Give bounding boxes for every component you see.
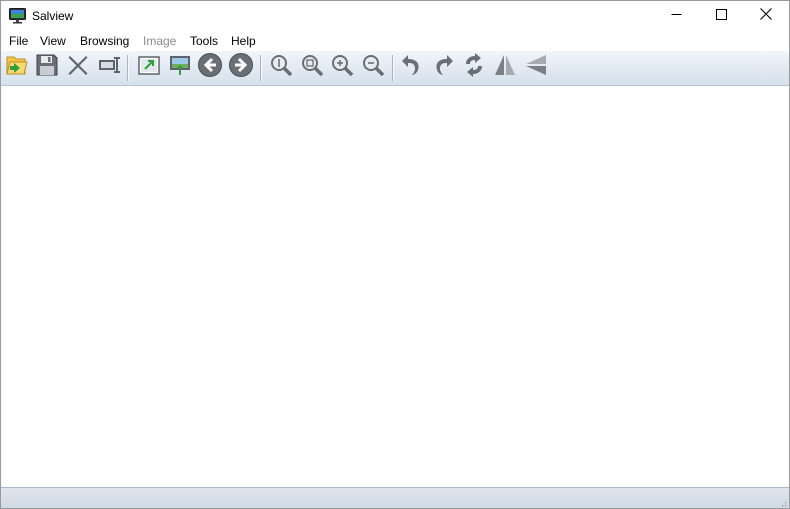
menu-image: Image	[143, 34, 177, 48]
actual-size-icon	[269, 53, 293, 82]
toolbar-separator	[392, 55, 394, 81]
image-view-area[interactable]	[1, 86, 789, 486]
export-icon	[137, 53, 161, 82]
menu-tools[interactable]: Tools	[190, 34, 218, 48]
maximize-button[interactable]	[698, 1, 744, 31]
menu-browsing[interactable]: Browsing	[80, 34, 129, 48]
save-icon	[35, 53, 59, 82]
resize-grip-icon[interactable]	[777, 497, 787, 507]
monitor-app-icon[interactable]	[9, 8, 26, 24]
save-button[interactable]	[33, 53, 61, 81]
window-title: Salview	[32, 9, 74, 23]
export-button[interactable]	[135, 53, 163, 81]
rotate-right-button[interactable]	[429, 53, 457, 81]
title-bar[interactable]: Salview	[1, 1, 789, 31]
maximize-icon	[715, 7, 727, 25]
menu-view[interactable]: View	[40, 34, 66, 48]
rotate-left-button[interactable]	[398, 53, 426, 81]
slideshow-icon	[97, 53, 121, 82]
menu-bar: File View Browsing Image Tools Help	[1, 31, 789, 51]
zoom-in-button[interactable]	[328, 53, 356, 81]
toolbar-separator	[127, 55, 129, 81]
flip-vertical-button[interactable]	[522, 53, 550, 81]
status-bar	[1, 487, 789, 508]
flip-horizontal-icon	[493, 53, 517, 82]
flip-vertical-icon	[524, 53, 548, 82]
rotate-180-button[interactable]	[460, 52, 488, 82]
previous-button[interactable]	[196, 52, 224, 83]
open-folder-icon	[5, 53, 29, 82]
menu-file[interactable]: File	[9, 34, 28, 48]
fit-to-window-icon	[300, 53, 324, 82]
previous-icon	[197, 52, 223, 83]
next-icon	[228, 52, 254, 83]
close-button[interactable]	[743, 1, 789, 31]
next-button[interactable]	[227, 52, 255, 83]
zoom-out-button[interactable]	[359, 53, 387, 81]
toolbar-separator	[260, 55, 262, 81]
zoom-in-icon	[330, 53, 354, 82]
app-window: Salview File View Browsing Image Tools H…	[0, 0, 790, 509]
minimize-icon	[671, 7, 682, 25]
actual-size-button[interactable]	[267, 53, 295, 81]
open-button[interactable]	[3, 53, 31, 81]
delete-button[interactable]	[64, 53, 92, 81]
set-wallpaper-icon	[168, 53, 192, 82]
flip-horizontal-button[interactable]	[491, 53, 519, 81]
rotate-right-icon	[431, 53, 455, 82]
delete-icon	[66, 53, 90, 82]
close-icon	[760, 7, 772, 25]
rotate-180-icon	[462, 52, 486, 82]
menu-help[interactable]: Help	[231, 34, 256, 48]
set-wallpaper-button[interactable]	[166, 53, 194, 81]
rotate-left-icon	[400, 53, 424, 82]
slideshow-button[interactable]	[95, 53, 123, 81]
fit-to-window-button[interactable]	[298, 53, 326, 81]
minimize-button[interactable]	[653, 1, 699, 31]
zoom-out-icon	[361, 53, 385, 82]
toolbar	[1, 51, 789, 86]
